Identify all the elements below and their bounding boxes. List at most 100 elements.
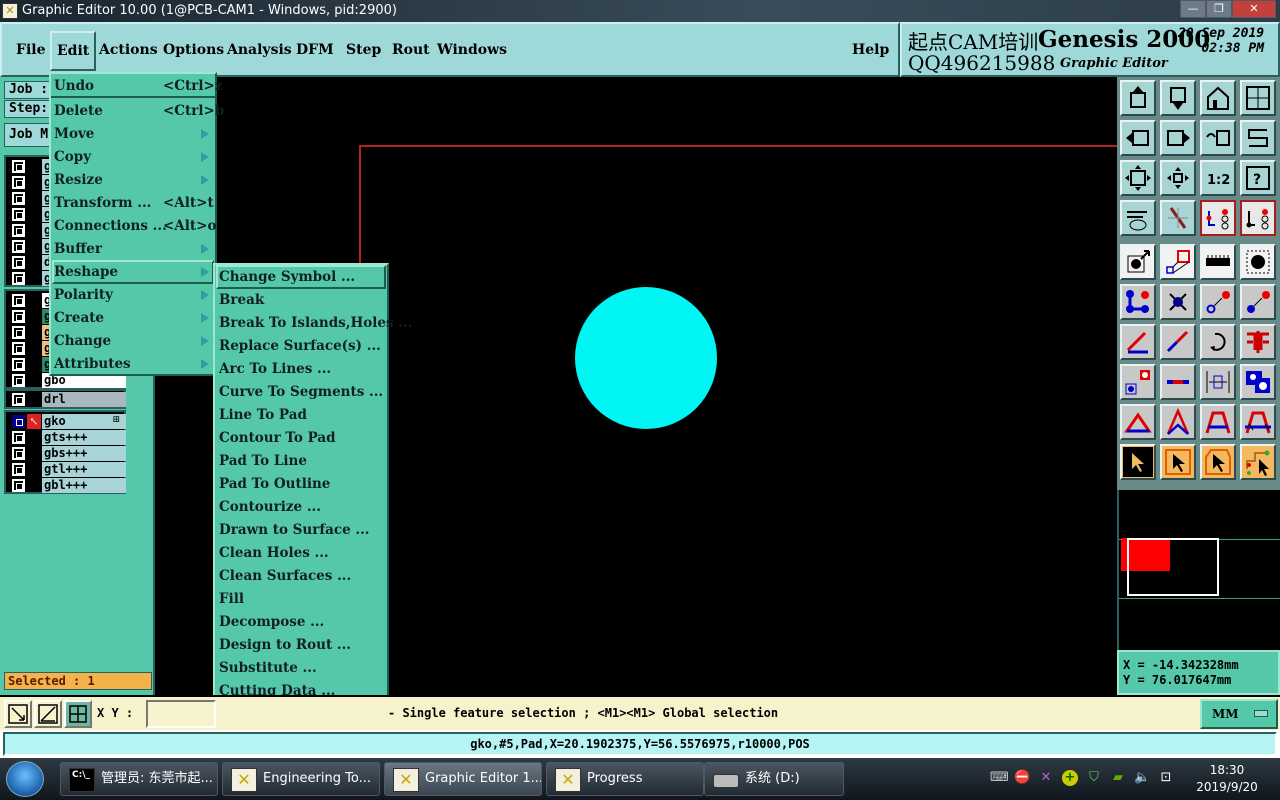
- layer-checkbox[interactable]: [12, 256, 25, 269]
- edit-menu-item[interactable]: Transform ...: [54, 192, 151, 214]
- home-button[interactable]: [1200, 80, 1236, 116]
- arc-trapezoid-cut-button[interactable]: [1240, 404, 1276, 440]
- reshape-menu-item[interactable]: Line To Pad: [219, 404, 307, 426]
- layer-row[interactable]: gko ↖ ⊞: [8, 414, 126, 430]
- overview-map[interactable]: [1117, 490, 1280, 650]
- pan-up-button[interactable]: [1120, 80, 1156, 116]
- menu-analysis[interactable]: Analysis: [227, 42, 292, 58]
- edit-menu-item[interactable]: Connections ...: [54, 215, 167, 237]
- reshape-menu-item[interactable]: Clean Surfaces ...: [219, 565, 351, 587]
- menu-windows[interactable]: Windows: [437, 42, 507, 58]
- x-icon[interactable]: ✕: [1038, 770, 1054, 786]
- plus-icon[interactable]: +: [1062, 770, 1078, 786]
- pan-left-button[interactable]: [1120, 120, 1156, 156]
- edit-menu-item[interactable]: Undo: [54, 75, 94, 97]
- move-point-2-button[interactable]: [1240, 284, 1276, 320]
- reshape-menu-item[interactable]: Decompose ...: [219, 611, 324, 633]
- selected-pad[interactable]: [575, 287, 717, 429]
- menu-options[interactable]: Options: [163, 42, 224, 58]
- reshape-menu-item[interactable]: Curve To Segments ...: [219, 381, 383, 403]
- mirror-button[interactable]: [1240, 324, 1276, 360]
- drc-left-button[interactable]: [1200, 200, 1236, 236]
- menu-actions[interactable]: Actions: [99, 42, 158, 58]
- select-pointer-button[interactable]: [1120, 444, 1156, 480]
- delete-node-button[interactable]: [1160, 284, 1196, 320]
- zoom-center-button[interactable]: [1160, 160, 1196, 196]
- layer-row[interactable]: drl: [8, 392, 126, 408]
- reshape-menu-item[interactable]: Design to Rout ...: [219, 634, 351, 656]
- reshape-menu-item[interactable]: Replace Surface(s) ...: [219, 335, 381, 357]
- nvidia-icon[interactable]: ▰: [1110, 770, 1126, 786]
- arc-trapezoid-button[interactable]: [1200, 404, 1236, 440]
- ruler-button[interactable]: [1200, 244, 1236, 280]
- task-graphic-editor[interactable]: ✕ Graphic Editor 1...: [384, 762, 542, 796]
- connect-nodes-button[interactable]: [1120, 284, 1156, 320]
- layer-checkbox[interactable]: [12, 415, 25, 428]
- scale-1-2-button[interactable]: 1:2: [1200, 160, 1236, 196]
- edit-menu-item[interactable]: Buffer: [54, 238, 102, 260]
- shield-icon[interactable]: ⛉: [1086, 770, 1102, 786]
- task-progress[interactable]: ✕ Progress: [546, 762, 704, 796]
- layer-checkbox[interactable]: [12, 463, 25, 476]
- reshape-menu-item[interactable]: Drawn to Surface ...: [219, 519, 369, 541]
- layer-row[interactable]: gts+++: [8, 430, 126, 446]
- task-engineering[interactable]: ✕ Engineering To...: [222, 762, 380, 796]
- layer-checkbox[interactable]: [12, 294, 25, 307]
- select-poly-button[interactable]: [1200, 444, 1236, 480]
- reshape-menu-item[interactable]: Substitute ...: [219, 657, 317, 679]
- layer-checkbox[interactable]: [12, 192, 25, 205]
- layer-row[interactable]: gbl+++: [8, 478, 126, 494]
- pad-select-button[interactable]: [1240, 244, 1276, 280]
- layer-checkbox[interactable]: [12, 176, 25, 189]
- layer-checkbox[interactable]: [12, 447, 25, 460]
- reshape-menu-item[interactable]: Contour To Pad: [219, 427, 336, 449]
- close-button[interactable]: ✕: [1232, 0, 1276, 18]
- layer-checkbox[interactable]: [12, 374, 25, 387]
- edit-menu-item[interactable]: Reshape: [54, 261, 118, 283]
- layer-row[interactable]: gtl+++: [8, 462, 126, 478]
- edit-menu-item[interactable]: Change: [54, 330, 111, 352]
- edit-menu-item[interactable]: Attributes: [54, 353, 131, 375]
- reshape-menu-item[interactable]: Fill: [219, 588, 244, 610]
- network-icon[interactable]: ⊡: [1158, 770, 1174, 786]
- task-drive[interactable]: 系统 (D:): [704, 762, 844, 796]
- select-net-button[interactable]: [1240, 444, 1276, 480]
- zoom-fit-button[interactable]: [1120, 160, 1156, 196]
- rotate-button[interactable]: [1200, 324, 1236, 360]
- arc-triangle-button[interactable]: [1120, 404, 1156, 440]
- reshape-menu-item[interactable]: Arc To Lines ...: [219, 358, 331, 380]
- move-feature-button[interactable]: [1120, 244, 1156, 280]
- edit-menu-item[interactable]: Move: [54, 123, 94, 145]
- move-point-button[interactable]: [1200, 284, 1236, 320]
- select-box-button[interactable]: [1160, 444, 1196, 480]
- edit-menu-item[interactable]: Delete: [54, 100, 103, 122]
- menu-rout[interactable]: Rout: [392, 42, 430, 58]
- layer-checkbox[interactable]: [12, 326, 25, 339]
- layer-checkbox[interactable]: [12, 272, 25, 285]
- expand-icon[interactable]: ⊞: [112, 415, 120, 425]
- pan-right-button[interactable]: [1160, 120, 1196, 156]
- clock[interactable]: 18:30 2019/9/20: [1192, 762, 1262, 796]
- layer-checkbox[interactable]: [12, 431, 25, 444]
- keyboard-icon[interactable]: ⌨: [990, 770, 1009, 786]
- menu-dfm[interactable]: DFM: [296, 42, 334, 58]
- arc-a-button[interactable]: [1160, 404, 1196, 440]
- units-select[interactable]: MM: [1200, 699, 1278, 729]
- maximize-button[interactable]: ❐: [1206, 0, 1232, 18]
- undo-view-button[interactable]: [1200, 120, 1236, 156]
- line-arrow-button[interactable]: [1160, 324, 1196, 360]
- menu-edit[interactable]: Edit: [50, 31, 97, 71]
- reshape-menu-item[interactable]: Pad To Line: [219, 450, 307, 472]
- edit-menu-item[interactable]: Create: [54, 307, 104, 329]
- start-button[interactable]: [6, 761, 44, 797]
- layer-checkbox[interactable]: [12, 393, 25, 406]
- pan-down-button[interactable]: [1160, 80, 1196, 116]
- help-button[interactable]: ?: [1240, 160, 1276, 196]
- resize-window-button[interactable]: [1160, 244, 1196, 280]
- surface-button[interactable]: [1240, 364, 1276, 400]
- line-segment-button[interactable]: [1160, 364, 1196, 400]
- xy-input[interactable]: [146, 700, 216, 728]
- pad-move-button[interactable]: [1120, 364, 1156, 400]
- layer-checkbox[interactable]: [12, 358, 25, 371]
- menu-step[interactable]: Step: [346, 42, 381, 58]
